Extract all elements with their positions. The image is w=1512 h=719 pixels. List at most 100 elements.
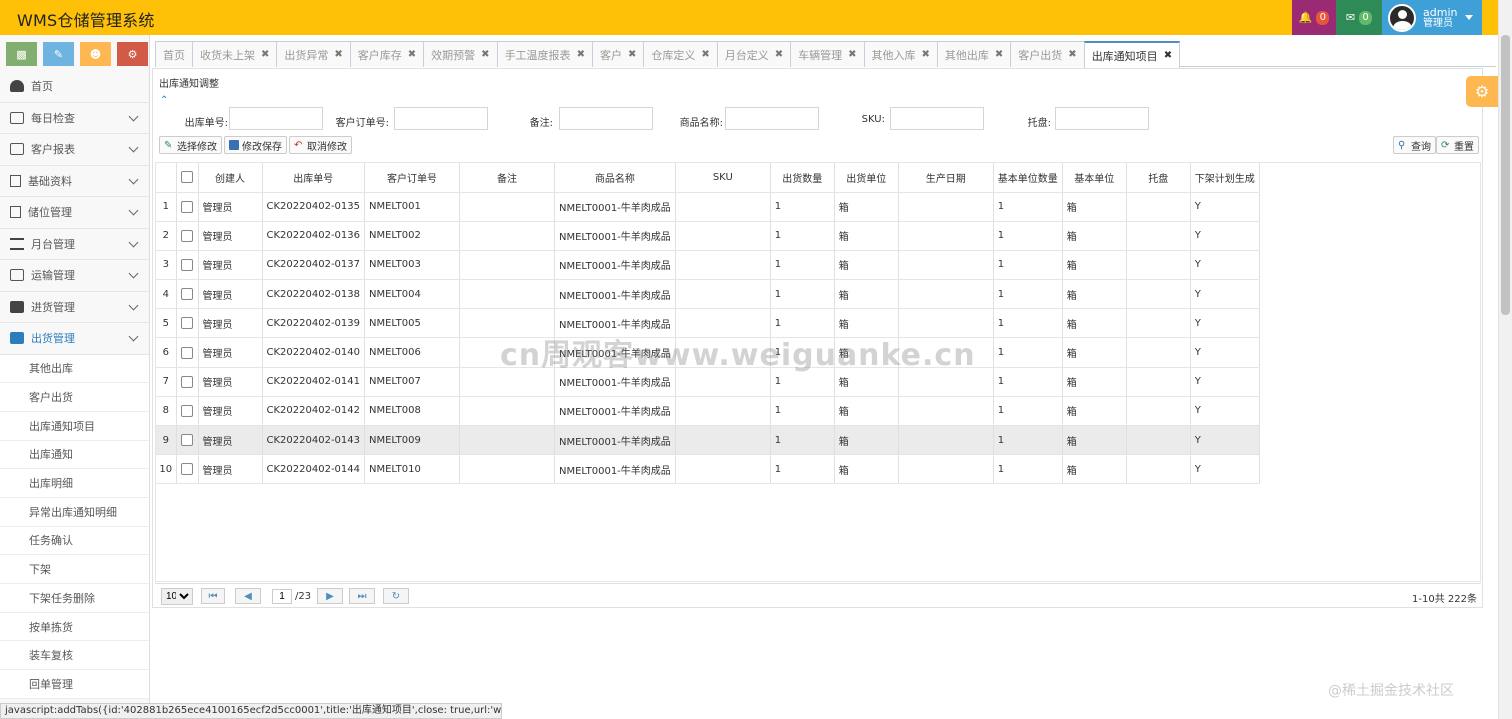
reset-button[interactable]: ⟳ 重置 <box>1436 136 1479 154</box>
cell-customer-order-no[interactable]: NMELT001 <box>364 192 460 222</box>
sku-input[interactable] <box>890 107 984 130</box>
row-checkbox-cell[interactable] <box>176 367 199 397</box>
order-no-input[interactable] <box>229 107 323 130</box>
cell-sku[interactable] <box>675 250 771 281</box>
column-header-customer-order-no[interactable]: 客户订单号 <box>364 163 460 193</box>
prev-page-button[interactable]: ◀ <box>235 588 261 604</box>
cell-qty[interactable]: 1 <box>770 454 835 485</box>
cell-base-unit[interactable]: 箱 <box>1062 279 1127 310</box>
row-checkbox[interactable] <box>181 375 193 388</box>
submenu-item-outbound-notice[interactable]: 出库通知 <box>0 440 149 470</box>
cell-base-qty[interactable]: 1 <box>993 250 1063 281</box>
cell-pallet[interactable] <box>1126 308 1191 339</box>
cell-order-no[interactable]: CK20220402-0143 <box>262 425 365 456</box>
cell-sku[interactable] <box>675 425 771 456</box>
column-header-unit[interactable]: 出货单位 <box>834 163 899 193</box>
cell-plan-generated[interactable]: Y <box>1190 367 1260 397</box>
cell-production-date[interactable] <box>898 454 994 485</box>
cell-order-no[interactable]: CK20220402-0144 <box>262 454 365 485</box>
cell-qty[interactable]: 1 <box>770 192 835 222</box>
cell-sku[interactable] <box>675 192 771 222</box>
cell-unit[interactable]: 箱 <box>834 250 899 281</box>
table-row[interactable]: 2 管理员 CK20220402-0136 NMELT002 NMELT0001-牛羊肉… <box>156 221 1260 251</box>
row-checkbox[interactable] <box>181 200 193 213</box>
cell-pallet[interactable] <box>1126 221 1191 251</box>
cell-creator[interactable]: 管理员 <box>198 279 263 310</box>
user-menu-button[interactable]: admin 管理员 <box>1382 0 1482 35</box>
close-icon[interactable]: ✖ <box>1164 50 1172 61</box>
row-checkbox-cell[interactable] <box>176 279 199 310</box>
cell-customer-order-no[interactable]: NMELT010 <box>364 454 460 485</box>
sidebar-item-basic-data[interactable]: 基础资料 <box>0 165 149 197</box>
cell-sku[interactable] <box>675 279 771 310</box>
sidebar-item-home[interactable]: 首页 <box>0 71 149 103</box>
cell-sku[interactable] <box>675 221 771 251</box>
tab-4[interactable]: 效期预警 ✖ <box>423 41 498 67</box>
tab-1[interactable]: 收货未上架 ✖ <box>192 41 278 67</box>
cell-unit[interactable]: 箱 <box>834 279 899 310</box>
close-icon[interactable]: ✖ <box>408 49 416 60</box>
first-page-button[interactable]: ⏮ <box>201 588 225 604</box>
sidebar-item-inbound-mgmt[interactable]: 进货管理 <box>0 291 149 323</box>
cell-remark[interactable] <box>459 250 555 281</box>
tab-9[interactable]: 车辆管理 ✖ <box>790 41 865 67</box>
cell-customer-order-no[interactable]: NMELT007 <box>364 367 460 397</box>
cell-plan-generated[interactable]: Y <box>1190 279 1260 310</box>
cell-creator[interactable]: 管理员 <box>198 367 263 397</box>
cell-creator[interactable]: 管理员 <box>198 250 263 281</box>
cell-base-qty[interactable]: 1 <box>993 425 1063 456</box>
close-icon[interactable]: ✖ <box>775 49 783 60</box>
cell-order-no[interactable]: CK20220402-0140 <box>262 337 365 368</box>
cell-plan-generated[interactable]: Y <box>1190 192 1260 222</box>
cell-unit[interactable]: 箱 <box>834 221 899 251</box>
close-icon[interactable]: ✖ <box>922 49 930 60</box>
submenu-item-order-picking[interactable]: 按单拣货 <box>0 612 149 642</box>
cell-qty[interactable]: 1 <box>770 425 835 456</box>
refresh-page-button[interactable]: ↻ <box>383 588 409 604</box>
cell-order-no[interactable]: CK20220402-0142 <box>262 396 365 427</box>
cell-base-unit[interactable]: 箱 <box>1062 454 1127 485</box>
cell-creator[interactable]: 管理员 <box>198 192 263 222</box>
tab-5[interactable]: 手工温度报表 ✖ <box>496 41 593 67</box>
row-checkbox-cell[interactable] <box>176 337 199 368</box>
tab-3[interactable]: 客户库存 ✖ <box>349 41 425 67</box>
cell-base-unit[interactable]: 箱 <box>1062 337 1127 368</box>
submenu-item-task-confirm[interactable]: 任务确认 <box>0 526 149 556</box>
cell-base-unit[interactable]: 箱 <box>1062 192 1127 222</box>
tab-10[interactable]: 其他入库 ✖ <box>863 41 938 67</box>
cell-plan-generated[interactable]: Y <box>1190 250 1260 281</box>
cell-customer-order-no[interactable]: NMELT004 <box>364 279 460 310</box>
close-icon[interactable]: ✖ <box>1068 49 1076 60</box>
cell-order-no[interactable]: CK20220402-0138 <box>262 279 365 310</box>
cell-qty[interactable]: 1 <box>770 396 835 427</box>
cell-production-date[interactable] <box>898 396 994 427</box>
page-input[interactable] <box>272 589 292 604</box>
cell-base-unit[interactable]: 箱 <box>1062 250 1127 281</box>
tab-8[interactable]: 月台定义 ✖ <box>716 41 792 67</box>
tab-12[interactable]: 客户出货 ✖ <box>1010 41 1085 67</box>
cell-order-no[interactable]: CK20220402-0135 <box>262 192 365 222</box>
cell-order-no[interactable]: CK20220402-0141 <box>262 367 365 397</box>
table-row[interactable]: 4 管理员 CK20220402-0138 NMELT004 NMELT0001-牛羊肉… <box>156 279 1260 310</box>
users-shortcut-button[interactable]: ☻ <box>80 42 111 66</box>
sidebar-item-transport-mgmt[interactable]: 运输管理 <box>0 260 149 292</box>
cell-creator[interactable]: 管理员 <box>198 396 263 427</box>
row-checkbox-cell[interactable] <box>176 454 199 485</box>
row-checkbox[interactable] <box>181 463 193 476</box>
row-checkbox[interactable] <box>181 229 193 242</box>
cell-pallet[interactable] <box>1126 367 1191 397</box>
table-row[interactable]: 9 管理员 CK20220402-0143 NMELT009 NMELT0001-牛羊肉… <box>156 425 1260 456</box>
cell-base-unit[interactable]: 箱 <box>1062 367 1127 397</box>
pallet-input[interactable] <box>1055 107 1149 130</box>
tab-11[interactable]: 其他出库 ✖ <box>936 41 1012 67</box>
page-size-select[interactable]: 10 <box>161 588 193 605</box>
cell-pallet[interactable] <box>1126 454 1191 485</box>
sidebar-item-customer-report[interactable]: 客户报表 <box>0 134 149 166</box>
table-row[interactable]: 1 管理员 CK20220402-0135 NMELT001 NMELT0001-牛羊肉… <box>156 192 1260 222</box>
cell-sku[interactable] <box>675 396 771 427</box>
tab-2[interactable]: 出货异常 ✖ <box>276 41 351 67</box>
pencil-shortcut-button[interactable]: ✎ <box>43 42 74 66</box>
cell-customer-order-no[interactable]: NMELT006 <box>364 337 460 368</box>
row-checkbox-cell[interactable] <box>176 425 199 456</box>
close-icon[interactable]: ✖ <box>701 49 709 60</box>
